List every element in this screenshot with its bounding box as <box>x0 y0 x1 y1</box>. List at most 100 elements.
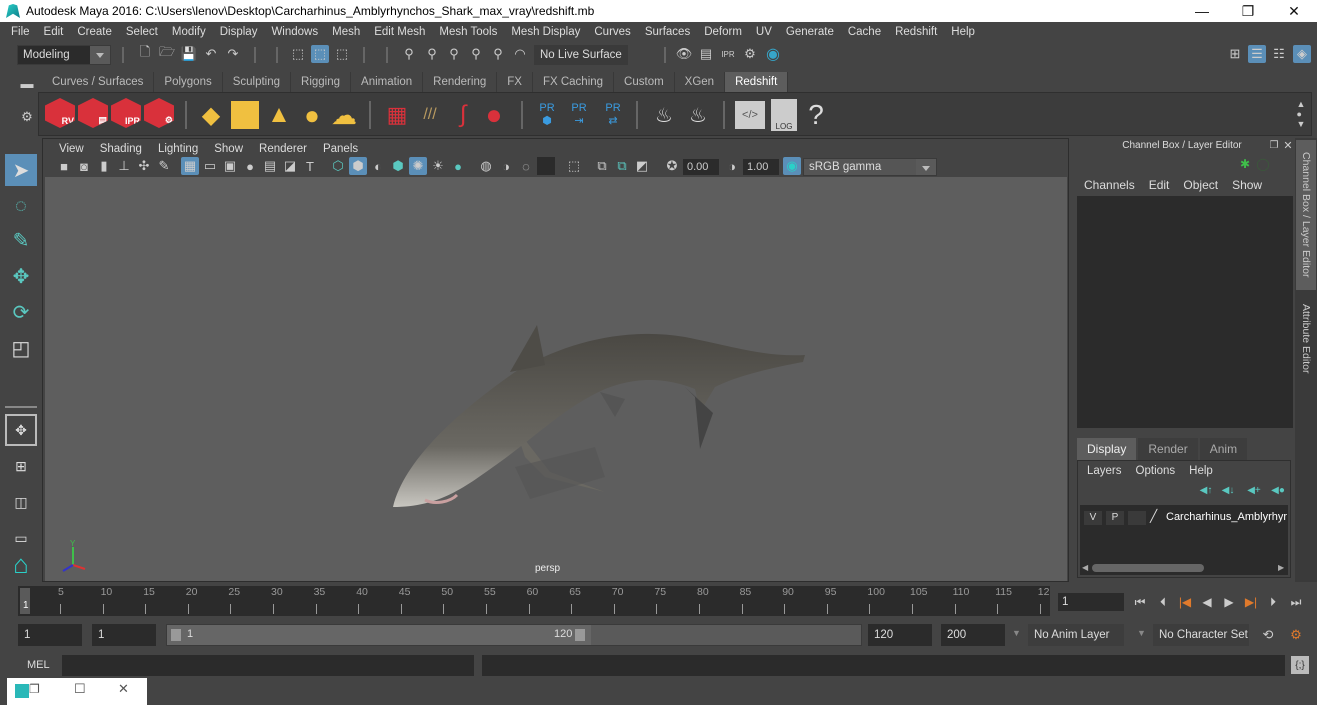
menu-mesh-tools[interactable]: Mesh Tools <box>432 26 504 38</box>
vp-menu-panels[interactable]: Panels <box>315 141 366 157</box>
shelf-tab-xgen[interactable]: XGen <box>675 72 726 92</box>
side-tab-attribute-editor[interactable]: Attribute Editor <box>1296 294 1316 384</box>
2d-pan-zoom-icon[interactable]: ✣ <box>135 157 153 175</box>
layer-tab-render[interactable]: Render <box>1138 438 1198 460</box>
shelf-tab-curves-surfaces[interactable]: Curves / Surfaces <box>42 72 155 92</box>
render-settings-icon[interactable]: ⚙ <box>741 45 759 63</box>
portal-light-icon[interactable] <box>231 101 259 129</box>
hair-icon[interactable]: /// <box>415 101 445 129</box>
shelf-settings-icon[interactable]: ⚙ <box>18 108 36 126</box>
hypershade-icon[interactable]: ◉ <box>764 45 782 63</box>
layer-display-type-toggle[interactable] <box>1128 511 1146 525</box>
ipr-render-icon[interactable]: IPR <box>719 45 737 63</box>
new-layer-selected-icon[interactable]: ◀● <box>1270 483 1286 497</box>
shelf-tab-sculpting[interactable]: Sculpting <box>223 72 292 92</box>
manipulator-icon[interactable]: ✱ <box>1237 156 1253 172</box>
snap-to-view-plane-icon[interactable]: ⚲ <box>467 45 485 63</box>
camera-icon[interactable]: ■ <box>55 157 73 175</box>
outliner-persp-layout-icon[interactable]: ◫ <box>5 486 37 518</box>
layer-tab-anim[interactable]: Anim <box>1199 438 1248 460</box>
resolution-gate-icon[interactable]: ▣ <box>221 157 239 175</box>
scroll-left-icon[interactable]: ◀ <box>1082 563 1088 572</box>
menu-mesh[interactable]: Mesh <box>325 26 367 38</box>
exposure-icon[interactable]: ✪ <box>663 157 681 175</box>
shelf-tab-custom[interactable]: Custom <box>614 72 675 92</box>
layer-tab-display[interactable]: Display <box>1077 438 1137 460</box>
field-chart-icon[interactable]: ▤ <box>261 157 279 175</box>
new-scene-icon[interactable]: 🗋 <box>136 44 154 63</box>
range-slider[interactable]: 1 120 <box>166 624 862 646</box>
textured-icon[interactable]: ✺ <box>409 157 427 175</box>
tool-settings-toggle-icon[interactable]: ☷ <box>1270 45 1288 63</box>
paint-select-tool-icon[interactable]: ✎ <box>5 224 37 256</box>
playback-start-field[interactable]: 1 <box>92 624 156 646</box>
cb-menu-edit[interactable]: Edit <box>1142 178 1177 192</box>
live-surface-field[interactable]: No Live Surface <box>534 45 628 65</box>
pr-import-proxy-button[interactable]: PR ⇥ <box>567 97 591 131</box>
animation-preferences-icon[interactable]: ⚙ <box>1287 626 1305 644</box>
restore-icon[interactable]: ❐ <box>29 682 40 696</box>
bake-pie-icon[interactable]: ♨ <box>683 101 713 129</box>
move-tool-icon[interactable]: ✥ <box>5 260 37 292</box>
menu-modify[interactable]: Modify <box>165 26 213 38</box>
xray-active-components-icon[interactable]: ⧉ <box>613 157 631 175</box>
menu-surfaces[interactable]: Surfaces <box>638 26 697 38</box>
menu-display[interactable]: Display <box>213 26 265 38</box>
area-light-icon[interactable]: ◆ <box>197 101 225 129</box>
step-back-frame-button[interactable]: ⏴ <box>1154 593 1172 611</box>
select-by-object-icon[interactable]: ⬚ <box>311 45 329 63</box>
log-button[interactable]: LOG <box>771 99 797 131</box>
menu-uv[interactable]: UV <box>749 26 779 38</box>
bake-pies-icon[interactable]: ♨ <box>649 101 679 129</box>
redshift-render-view-button[interactable]: RV <box>45 98 75 128</box>
shelf-menu-icon[interactable]: ▬ <box>18 74 36 92</box>
grid-icon[interactable]: ▦ <box>181 157 199 175</box>
xray-icon[interactable]: ⧉ <box>593 157 611 175</box>
xray-joints-icon[interactable]: ◩ <box>633 157 651 175</box>
redo-icon[interactable]: ↷ <box>224 45 242 63</box>
single-view-layout-icon[interactable]: ✥ <box>5 414 37 446</box>
play-forwards-button[interactable]: ▶ <box>1220 593 1238 611</box>
step-forward-frame-button[interactable]: ⏵ <box>1264 593 1282 611</box>
channel-box-toggle-icon[interactable]: ◈ <box>1293 45 1311 63</box>
vp-menu-shading[interactable]: Shading <box>92 141 150 157</box>
menu-help[interactable]: Help <box>944 26 982 38</box>
safe-title-icon[interactable]: T <box>301 157 319 175</box>
character-set-dropdown[interactable]: No Character Set <box>1153 624 1249 646</box>
range-end-handle[interactable] <box>575 629 585 641</box>
play-backwards-button[interactable]: ◀ <box>1198 593 1216 611</box>
layer-name[interactable]: Carcharhinus_Amblyrhyr <box>1166 511 1287 523</box>
menu-select[interactable]: Select <box>119 26 165 38</box>
wireframe-icon[interactable]: ⬡ <box>329 157 347 175</box>
exposure-field[interactable]: 0.00 <box>683 159 719 175</box>
end-time-field[interactable]: 200 <box>941 624 1005 646</box>
le-menu-layers[interactable]: Layers <box>1080 463 1129 479</box>
shadows-icon[interactable]: ● <box>449 157 467 175</box>
wireframe-on-shaded-icon[interactable]: ⬢ <box>389 157 407 175</box>
close-icon[interactable]: ✕ <box>118 681 129 697</box>
scale-tool-icon[interactable]: ◰ <box>5 332 37 364</box>
snap-to-curve-icon[interactable]: ⚲ <box>423 45 441 63</box>
redshift-batch-render-button[interactable]: ▤ <box>78 98 108 128</box>
channel-box-content[interactable] <box>1077 196 1293 428</box>
start-time-field[interactable]: 1 <box>18 624 82 646</box>
undo-icon[interactable]: ↶ <box>202 45 220 63</box>
color-management-icon[interactable]: ◉ <box>783 157 801 175</box>
grease-pencil-icon[interactable]: ✎ <box>155 157 173 175</box>
render-current-frame-icon[interactable]: ▤ <box>697 45 715 63</box>
command-input[interactable] <box>62 655 474 676</box>
depth-of-field-icon[interactable] <box>537 157 555 175</box>
camera-attributes-icon[interactable]: ◙ <box>75 157 93 175</box>
restore-button[interactable]: ❐ <box>1225 0 1271 22</box>
use-all-lights-icon[interactable]: ☀ <box>429 157 447 175</box>
shelf-scroll[interactable]: ▲ ● ▼ <box>1295 95 1307 133</box>
menu-edit-mesh[interactable]: Edit Mesh <box>367 26 432 38</box>
close-button[interactable]: ✕ <box>1271 0 1317 22</box>
safe-action-icon[interactable]: ◪ <box>281 157 299 175</box>
step-forward-key-button[interactable]: ▶| <box>1242 593 1260 611</box>
isolate-select-icon[interactable]: ⬚ <box>565 157 583 175</box>
render-view-icon[interactable]: 👁 <box>675 45 693 63</box>
shark-model[interactable] <box>45 177 1067 581</box>
gamma-field[interactable]: 1.00 <box>743 159 779 175</box>
redshift-ipr-button[interactable]: IPR <box>111 98 141 128</box>
